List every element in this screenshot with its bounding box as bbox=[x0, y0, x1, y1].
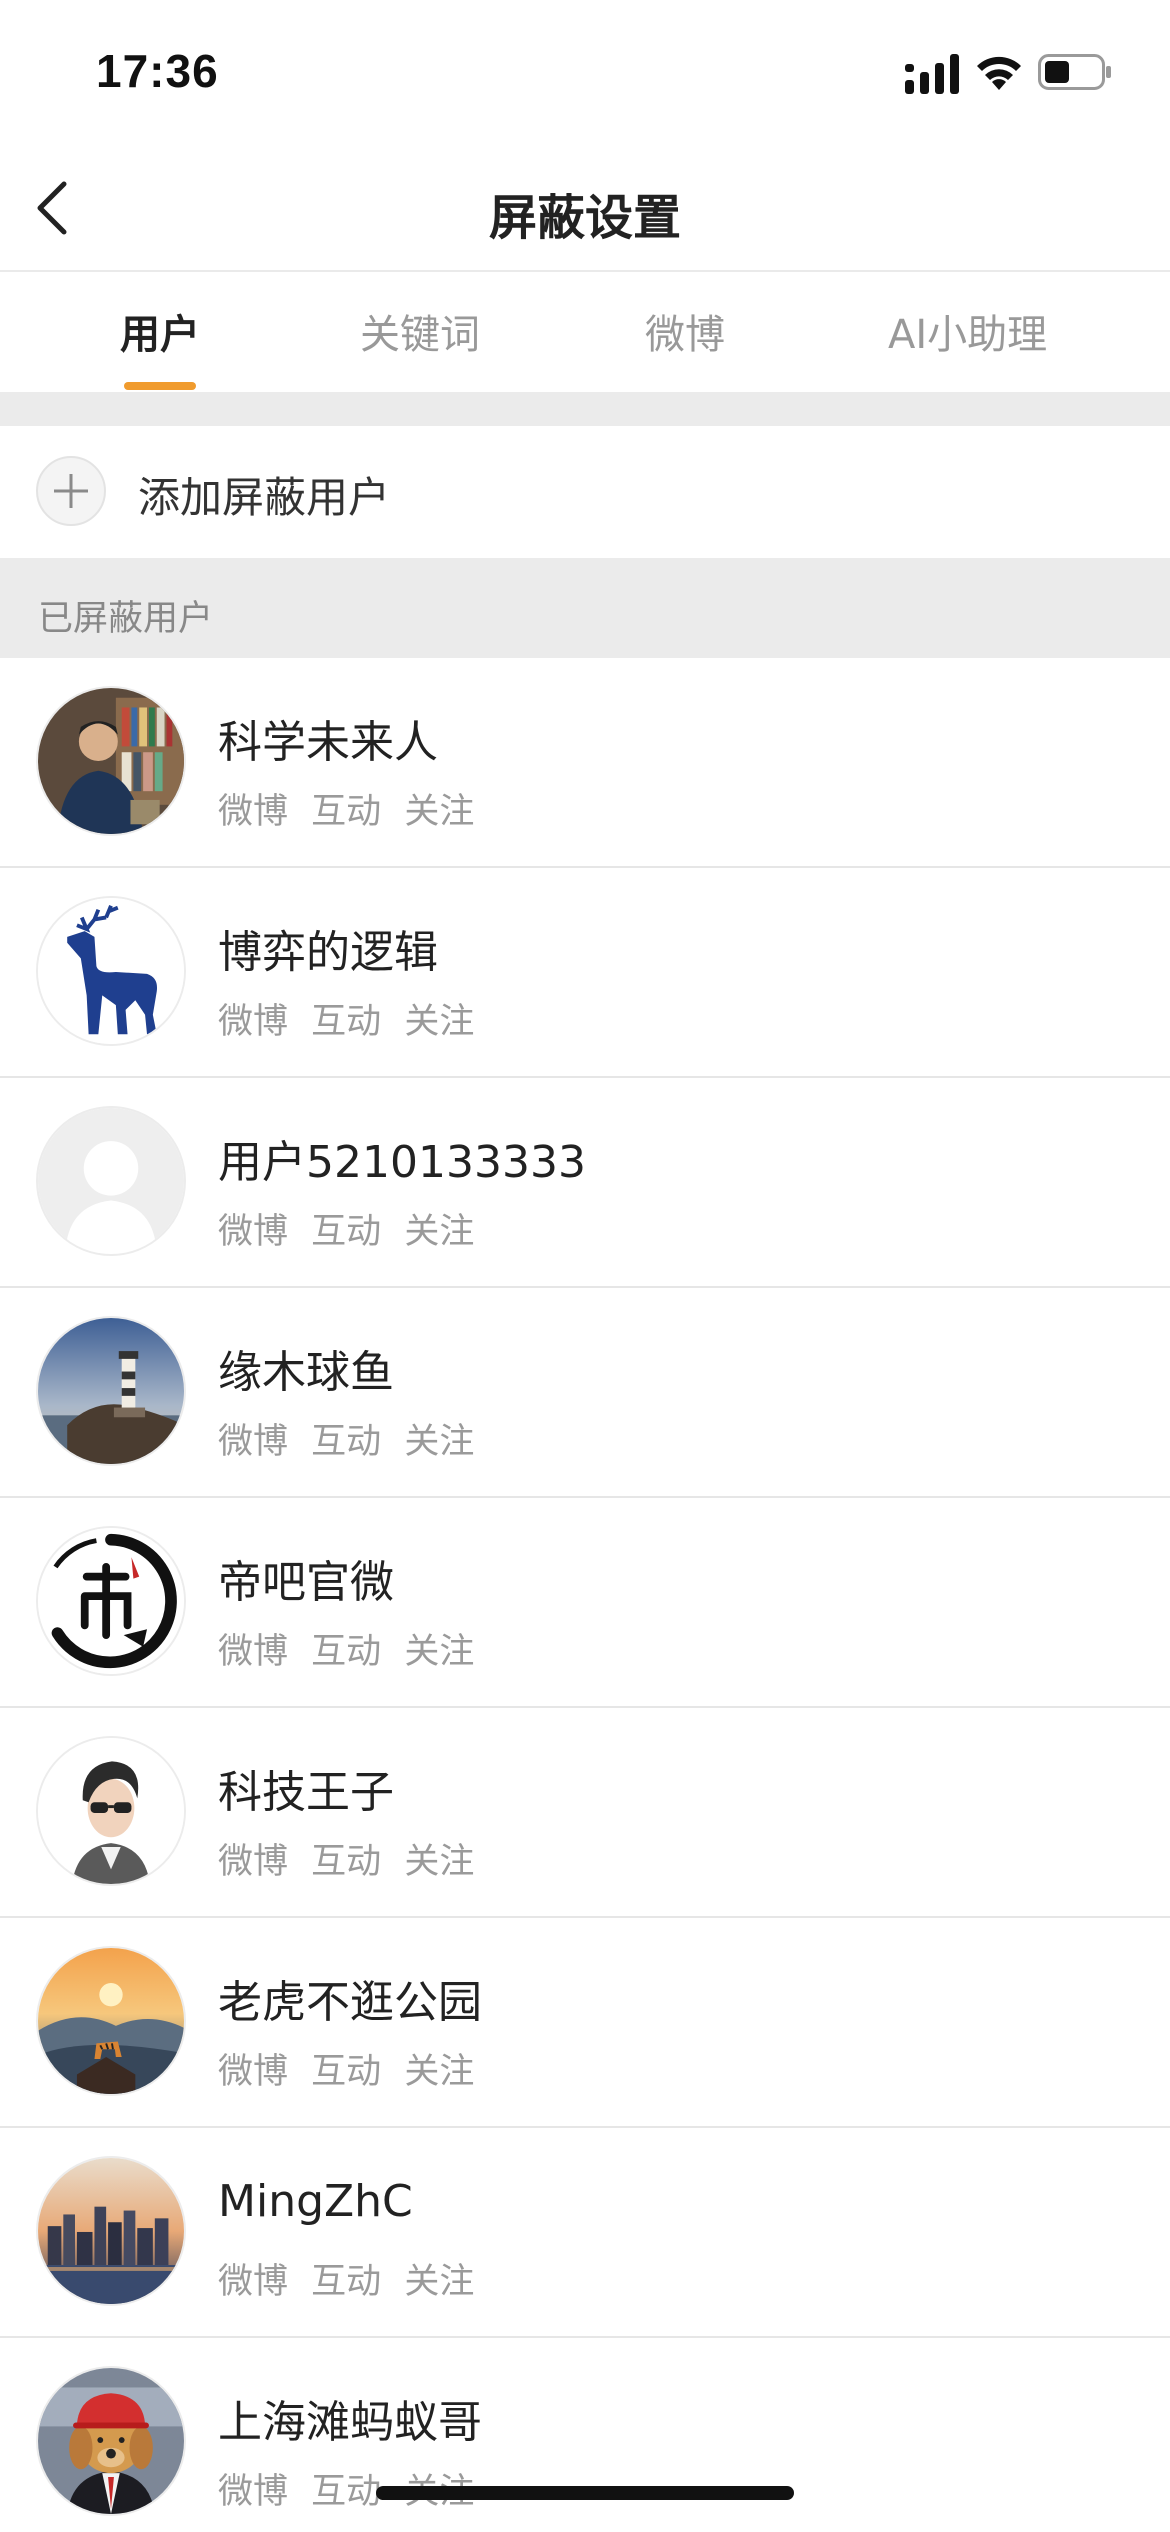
portrait-avatar-image bbox=[38, 688, 184, 834]
interact-tag[interactable]: 互动 bbox=[311, 1422, 381, 1462]
deer-logo-avatar bbox=[36, 896, 186, 1046]
active-tab-indicator bbox=[124, 382, 196, 390]
interact-tag[interactable]: 互动 bbox=[311, 2052, 381, 2092]
interact-tag[interactable]: 互动 bbox=[311, 792, 381, 832]
default-avatar-image bbox=[38, 1108, 184, 1254]
screen: 17:36 屏蔽设置 用户 关键词 微博 AI小助理 添加屏蔽用户 已屏蔽用户 … bbox=[0, 0, 1170, 2532]
lighthouse-image bbox=[38, 1318, 184, 1464]
lighthouse-avatar bbox=[36, 1316, 186, 1466]
list-item[interactable]: 科学未来人 微博 互动 关注 bbox=[0, 658, 1170, 868]
user-name: 上海滩蚂蚁哥 bbox=[218, 2397, 482, 2448]
section-gap bbox=[0, 392, 1170, 426]
list-item[interactable]: 缘木球鱼 微博 互动 关注 bbox=[0, 1288, 1170, 1498]
user-action-tags: 微博 互动 关注 bbox=[218, 2253, 486, 2304]
user-action-tags: 微博 互动 关注 bbox=[218, 1623, 486, 1674]
section-header: 已屏蔽用户 bbox=[0, 558, 1170, 658]
follow-tag[interactable]: 关注 bbox=[404, 792, 474, 832]
blocked-user-list: 科学未来人 微博 互动 关注 博弈的逻辑 微博 互动 关注 用户52101333… bbox=[0, 658, 1170, 2532]
portrait-avatar bbox=[36, 686, 186, 836]
tab-keywords[interactable]: 关键词 bbox=[360, 302, 480, 360]
tiger-sunset-avatar bbox=[36, 1946, 186, 2096]
cellular-signal-icon bbox=[905, 54, 959, 94]
weibo-tag[interactable]: 微博 bbox=[218, 2262, 288, 2302]
user-name: 用户5210133333 bbox=[218, 1137, 586, 1188]
interact-tag[interactable]: 互动 bbox=[311, 1842, 381, 1882]
user-name: 老虎不逛公园 bbox=[218, 1977, 482, 2028]
tab-weibo[interactable]: 微博 bbox=[645, 302, 725, 360]
calligraphy-logo-avatar bbox=[36, 1526, 186, 1676]
tab-ai-assistant[interactable]: AI小助理 bbox=[888, 302, 1047, 360]
user-action-tags: 微博 互动 关注 bbox=[218, 1413, 486, 1464]
interact-tag[interactable]: 互动 bbox=[311, 2262, 381, 2302]
plus-icon bbox=[36, 456, 106, 526]
list-item[interactable]: 用户5210133333 微博 互动 关注 bbox=[0, 1078, 1170, 1288]
add-blocked-user-button[interactable]: 添加屏蔽用户 bbox=[0, 426, 1170, 558]
follow-tag[interactable]: 关注 bbox=[404, 1842, 474, 1882]
weibo-tag[interactable]: 微博 bbox=[218, 792, 288, 832]
user-name: 帝吧官微 bbox=[218, 1557, 394, 1608]
weibo-tag[interactable]: 微博 bbox=[218, 2052, 288, 2092]
battery-icon bbox=[1038, 54, 1111, 90]
tiger-sunset-image bbox=[38, 1948, 184, 2094]
follow-tag[interactable]: 关注 bbox=[404, 1002, 474, 1042]
calligraphy-logo-image bbox=[38, 1528, 184, 1674]
list-item[interactable]: 上海滩蚂蚁哥 微博 互动 关注 bbox=[0, 2338, 1170, 2532]
user-name: 缘木球鱼 bbox=[218, 1347, 394, 1398]
weibo-tag[interactable]: 微博 bbox=[218, 1632, 288, 1672]
user-action-tags: 微博 互动 关注 bbox=[218, 993, 486, 1044]
home-indicator[interactable] bbox=[376, 2486, 794, 2500]
interact-tag[interactable]: 互动 bbox=[311, 1002, 381, 1042]
list-item[interactable]: 科技王子 微博 互动 关注 bbox=[0, 1708, 1170, 1918]
cartoon-man-image bbox=[38, 1738, 184, 1884]
interact-tag[interactable]: 互动 bbox=[311, 2472, 381, 2512]
page-title: 屏蔽设置 bbox=[488, 190, 681, 246]
nav-bar: 屏蔽设置 bbox=[0, 140, 1170, 272]
user-name: 博弈的逻辑 bbox=[218, 927, 438, 978]
user-name: 科技王子 bbox=[218, 1767, 394, 1818]
follow-tag[interactable]: 关注 bbox=[404, 1632, 474, 1672]
weibo-tag[interactable]: 微博 bbox=[218, 1212, 288, 1252]
interact-tag[interactable]: 互动 bbox=[311, 1212, 381, 1252]
tab-users[interactable]: 用户 bbox=[120, 302, 200, 360]
follow-tag[interactable]: 关注 bbox=[404, 1422, 474, 1462]
user-name: MingZhC bbox=[218, 2176, 413, 2227]
user-action-tags: 微博 互动 关注 bbox=[218, 1833, 486, 1884]
dog-helmet-image bbox=[38, 2368, 184, 2514]
weibo-tag[interactable]: 微博 bbox=[218, 2472, 288, 2512]
user-action-tags: 微博 互动 关注 bbox=[218, 2043, 486, 2094]
interact-tag[interactable]: 互动 bbox=[311, 1632, 381, 1672]
weibo-tag[interactable]: 微博 bbox=[218, 1422, 288, 1462]
weibo-tag[interactable]: 微博 bbox=[218, 1842, 288, 1882]
dog-helmet-avatar bbox=[36, 2366, 186, 2516]
cartoon-man-avatar bbox=[36, 1736, 186, 1886]
tab-bar: 用户 关键词 微博 AI小助理 bbox=[0, 272, 1170, 392]
user-action-tags: 微博 互动 关注 bbox=[218, 1203, 486, 1254]
weibo-tag[interactable]: 微博 bbox=[218, 1002, 288, 1042]
status-time: 17:36 bbox=[96, 45, 219, 97]
city-skyline-avatar bbox=[36, 2156, 186, 2306]
user-name: 科学未来人 bbox=[218, 717, 438, 768]
wifi-icon bbox=[977, 56, 1021, 90]
default-avatar bbox=[36, 1106, 186, 1256]
follow-tag[interactable]: 关注 bbox=[404, 2052, 474, 2092]
list-item[interactable]: 帝吧官微 微博 互动 关注 bbox=[0, 1498, 1170, 1708]
city-skyline-image bbox=[38, 2158, 184, 2304]
list-item[interactable]: 博弈的逻辑 微博 互动 关注 bbox=[0, 868, 1170, 1078]
section-title: 已屏蔽用户 bbox=[38, 599, 214, 639]
list-item[interactable]: MingZhC 微博 互动 关注 bbox=[0, 2128, 1170, 2338]
follow-tag[interactable]: 关注 bbox=[404, 1212, 474, 1252]
follow-tag[interactable]: 关注 bbox=[404, 2262, 474, 2302]
add-blocked-user-label: 添加屏蔽用户 bbox=[138, 473, 391, 522]
list-item[interactable]: 老虎不逛公园 微博 互动 关注 bbox=[0, 1918, 1170, 2128]
status-bar: 17:36 bbox=[0, 0, 1170, 140]
user-action-tags: 微博 互动 关注 bbox=[218, 783, 486, 834]
deer-logo-image bbox=[38, 898, 184, 1044]
